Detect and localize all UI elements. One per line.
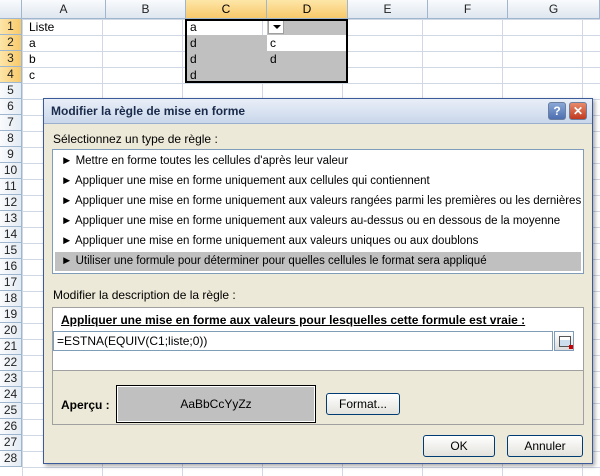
rule-type-item[interactable]: ► Appliquer une mise en forme uniquement… xyxy=(55,212,581,231)
select-all-corner[interactable] xyxy=(0,0,22,19)
preview-label: Aperçu : xyxy=(61,398,110,412)
column-header-e[interactable]: E xyxy=(348,0,428,19)
format-button[interactable]: Format... xyxy=(326,393,400,415)
row-header-7[interactable]: 7 xyxy=(0,115,22,131)
row-header-8[interactable]: 8 xyxy=(0,131,22,147)
cell-a3[interactable]: b xyxy=(26,51,106,67)
row-header-16[interactable]: 16 xyxy=(0,259,22,275)
column-header-g[interactable]: G xyxy=(508,0,600,19)
format-preview: AaBbCcYyZz xyxy=(116,385,316,423)
cell-c4[interactable]: d xyxy=(187,67,267,83)
cell-c3[interactable]: d xyxy=(187,51,267,67)
rule-type-item[interactable]: ► Mettre en forme toutes les cellules d'… xyxy=(55,152,581,171)
cell-a2[interactable]: a xyxy=(26,35,106,51)
rule-type-item[interactable]: ► Appliquer une mise en forme uniquement… xyxy=(55,172,581,191)
column-header-f[interactable]: F xyxy=(428,0,508,19)
ok-button[interactable]: OK xyxy=(423,435,495,457)
dialog-title: Modifier la règle de mise en forme xyxy=(51,104,246,118)
cell-d4-fill xyxy=(267,67,348,83)
formula-input[interactable]: =ESTNA(EQUIV(C1;liste;0)) xyxy=(53,331,553,351)
row-header-23[interactable]: 23 xyxy=(0,371,22,387)
cancel-button[interactable]: Annuler xyxy=(507,435,583,457)
row-header-10[interactable]: 10 xyxy=(0,163,22,179)
row-header-20[interactable]: 20 xyxy=(0,323,22,339)
cell-c1[interactable]: a xyxy=(187,19,267,35)
dialog-titlebar[interactable]: Modifier la règle de mise en forme ? ✕ xyxy=(44,99,592,124)
row-header-22[interactable]: 22 xyxy=(0,355,22,371)
rule-type-item-selected[interactable]: ► Utiliser une formule pour déterminer p… xyxy=(55,252,581,271)
row-header-12[interactable]: 12 xyxy=(0,195,22,211)
row-header-18[interactable]: 18 xyxy=(0,291,22,307)
rule-type-item[interactable]: ► Appliquer une mise en forme uniquement… xyxy=(55,232,581,251)
row-header-17[interactable]: 17 xyxy=(0,275,22,291)
row-header-11[interactable]: 11 xyxy=(0,179,22,195)
validation-dropdown-arrow[interactable] xyxy=(268,20,284,34)
rule-type-item[interactable]: ► Appliquer une mise en forme uniquement… xyxy=(55,192,581,211)
range-select-icon xyxy=(559,336,573,349)
collapse-dialog-button[interactable] xyxy=(554,331,574,351)
help-button[interactable]: ? xyxy=(548,102,566,120)
formula-heading: Appliquer une mise en forme aux valeurs … xyxy=(61,313,526,327)
edit-formatting-rule-dialog: Modifier la règle de mise en forme ? ✕ S… xyxy=(43,98,593,464)
column-header-c[interactable]: C xyxy=(186,0,267,19)
row-header-1[interactable]: 1 xyxy=(0,19,22,35)
row-header-4[interactable]: 4 xyxy=(0,67,22,83)
close-button[interactable]: ✕ xyxy=(569,102,587,120)
row-header-21[interactable]: 21 xyxy=(0,339,22,355)
cell-c2[interactable]: d xyxy=(187,35,267,51)
row-header-14[interactable]: 14 xyxy=(0,227,22,243)
rule-type-label: Sélectionnez un type de règle : xyxy=(53,132,218,146)
row-header-3[interactable]: 3 xyxy=(0,51,22,67)
cell-a1[interactable]: Liste xyxy=(26,19,106,35)
description-label: Modifier la description de la règle : xyxy=(53,288,236,302)
cell-d2[interactable]: c xyxy=(267,35,347,51)
row-header-15[interactable]: 15 xyxy=(0,243,22,259)
row-header-9[interactable]: 9 xyxy=(0,147,22,163)
row-header-6[interactable]: 6 xyxy=(0,99,22,115)
cell-a4[interactable]: c xyxy=(26,67,106,83)
column-header-d[interactable]: D xyxy=(267,0,348,19)
cell-d3[interactable]: d xyxy=(267,51,347,67)
row-header-13[interactable]: 13 xyxy=(0,211,22,227)
row-header-24[interactable]: 24 xyxy=(0,387,22,403)
row-header-28[interactable]: 28 xyxy=(0,451,22,467)
row-header-5[interactable]: 5 xyxy=(0,83,22,99)
row-header-27[interactable]: 27 xyxy=(0,435,22,451)
row-header-19[interactable]: 19 xyxy=(0,307,22,323)
column-header-b[interactable]: B xyxy=(106,0,186,19)
row-header-25[interactable]: 25 xyxy=(0,403,22,419)
row-header-2[interactable]: 2 xyxy=(0,35,22,51)
row-header-26[interactable]: 26 xyxy=(0,419,22,435)
column-header-a[interactable]: A xyxy=(22,0,106,19)
rule-type-list[interactable]: ► Mettre en forme toutes les cellules d'… xyxy=(52,149,584,274)
